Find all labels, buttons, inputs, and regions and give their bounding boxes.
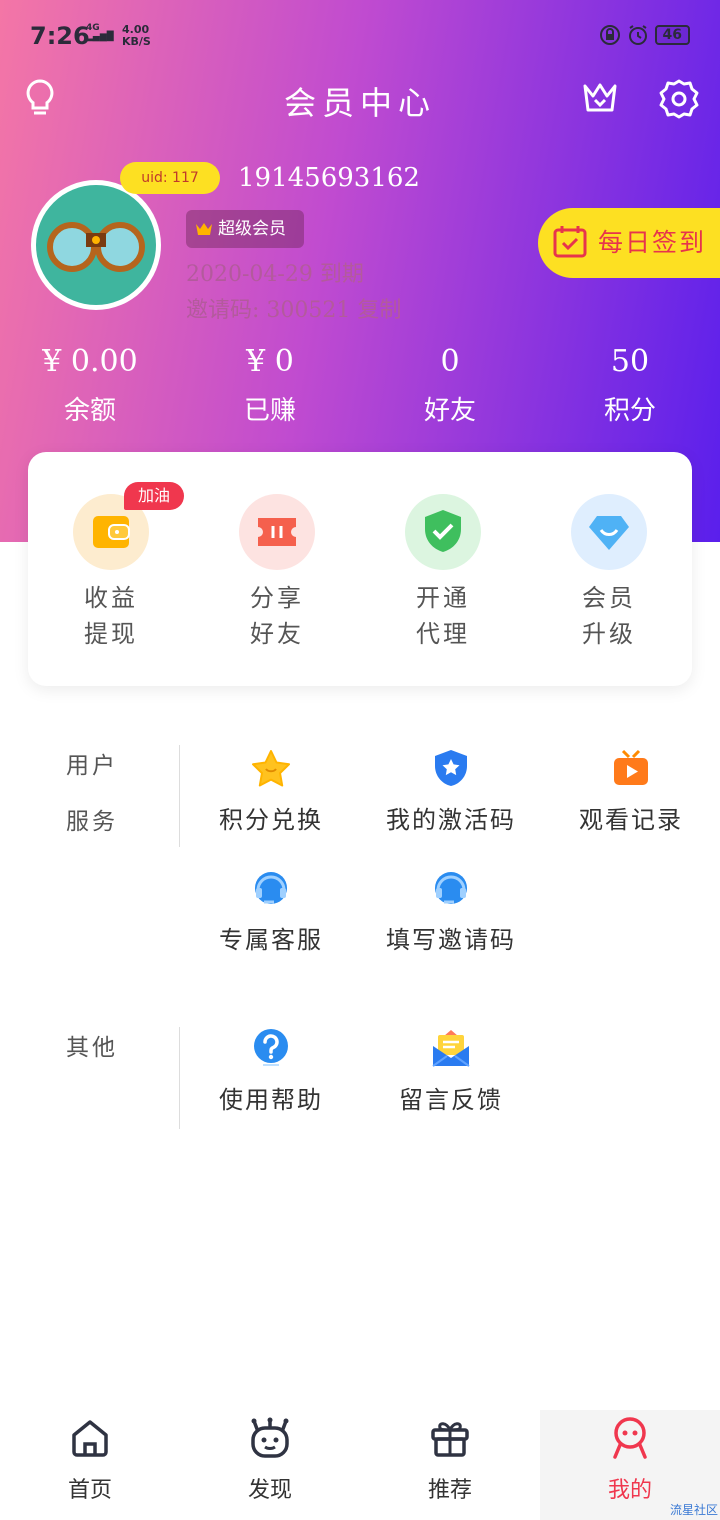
jiayou-badge: 加油 (124, 482, 184, 510)
stat-earned[interactable]: ¥ 0 已赚 (180, 344, 360, 427)
wallet-icon (93, 516, 130, 548)
binoculars-icon (47, 222, 145, 272)
lock-rotation-icon (599, 25, 620, 45)
quick-action-upgrade[interactable]: 会员 升级 (526, 494, 692, 652)
tab-recommend[interactable]: 推荐 (360, 1410, 540, 1520)
uid-badge: uid: 117 (120, 162, 220, 194)
quick-actions-card: 收益 提现 加油 分享 好友 开通 代理 会员 升级 (28, 452, 692, 686)
diamond-icon (589, 516, 629, 550)
network-speed: 4.00 KB/S (122, 23, 151, 48)
person-icon (613, 1417, 647, 1459)
bottom-tab-bar: 首页 发现 推荐 我的 (0, 1410, 720, 1520)
battery-indicator: 46 (654, 25, 690, 45)
other-feedback[interactable]: 留言反馈 (361, 1028, 541, 1115)
home-icon (72, 1420, 108, 1457)
expire-date: 2020-04-29 到期 (186, 262, 364, 287)
daily-checkin-button[interactable]: 每日签到 (538, 208, 720, 278)
avatar[interactable] (31, 180, 161, 310)
vip-badge: 超级会员 (186, 210, 304, 248)
alarm-icon (628, 25, 647, 45)
crown-icon[interactable] (582, 82, 618, 114)
mail-feedback-icon (432, 1030, 470, 1067)
divider (179, 1027, 180, 1129)
stats-row: ¥ 0.00 余额 ¥ 0 已赚 0 好友 50 积分 (0, 344, 720, 427)
status-bar: 7:26 4G ▂▄▆█ 4.00 KB/S 46 (30, 22, 690, 52)
watermark: 流星社区 (669, 1503, 718, 1517)
divider (179, 745, 180, 847)
service-enter-invite-code[interactable]: 填写邀请码 (361, 868, 541, 955)
crown-small-icon (196, 223, 212, 235)
stat-friends[interactable]: 0 好友 (360, 344, 540, 427)
headset-icon (435, 872, 467, 904)
other-label: 其他 (66, 1035, 118, 1061)
phone-number: 19145693162 (238, 163, 420, 193)
service-points-exchange[interactable]: 积分兑换 (181, 748, 361, 835)
top-bar: 会员中心 (0, 78, 720, 122)
star-icon (252, 750, 290, 787)
service-activation-code[interactable]: 我的激活码 (361, 748, 541, 835)
status-time: 7:26 (30, 22, 90, 50)
gear-icon[interactable] (658, 78, 700, 120)
user-service-label: 用户 服务 (66, 753, 118, 835)
service-customer-support[interactable]: 专属客服 (181, 868, 361, 955)
quick-action-agent[interactable]: 开通 代理 (360, 494, 526, 652)
tab-discover[interactable]: 发现 (180, 1410, 360, 1520)
shield-check-icon (425, 510, 461, 552)
quick-action-share[interactable]: 分享 好友 (194, 494, 360, 652)
question-icon (254, 1029, 288, 1066)
robot-face-icon (251, 1417, 289, 1458)
tab-home[interactable]: 首页 (0, 1410, 180, 1520)
stat-balance[interactable]: ¥ 0.00 余额 (0, 344, 180, 427)
invite-code[interactable]: 邀请码: 300521 复制 (186, 292, 401, 324)
headset-icon (255, 872, 287, 904)
ticket-icon (258, 518, 296, 546)
other-help[interactable]: 使用帮助 (181, 1028, 361, 1115)
gift-icon (431, 1422, 469, 1457)
tv-play-icon (614, 749, 648, 785)
service-watch-history[interactable]: 观看记录 (541, 748, 720, 835)
calendar-check-icon (553, 226, 587, 258)
shield-star-icon (435, 750, 467, 786)
stat-points[interactable]: 50 积分 (540, 344, 720, 427)
quick-action-withdraw[interactable]: 收益 提现 (28, 494, 194, 652)
network-indicator: 4G ▂▄▆█ (86, 23, 114, 42)
